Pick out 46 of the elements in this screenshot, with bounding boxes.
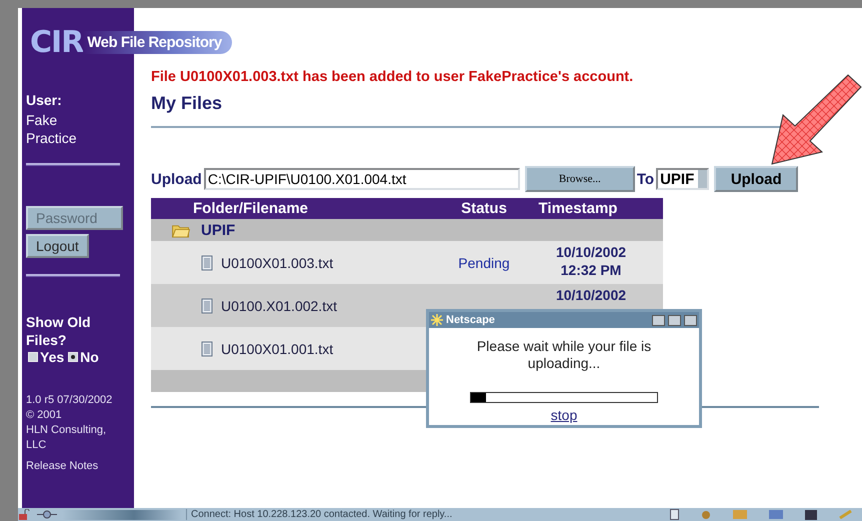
file-name[interactable]: U0100.X01.002.txt [221, 298, 337, 314]
stop-link[interactable]: stop [550, 407, 578, 423]
lock-icon [18, 509, 32, 520]
show-old-files-label: Show Old Files? [26, 313, 92, 349]
destination-label: To [636, 170, 654, 188]
network-icon [36, 509, 58, 520]
folder-name[interactable]: UPIF [201, 222, 236, 238]
radio-button[interactable] [68, 352, 78, 362]
star-icon [431, 314, 443, 326]
logo-mark: CIR [30, 25, 84, 60]
user-name: Fake Practice [26, 111, 78, 147]
version-text: 1.0 r5 07/30/2002 [26, 393, 114, 408]
file-name[interactable]: U0100X01.003.txt [221, 254, 334, 270]
column-header: Folder/Filename [193, 200, 308, 217]
file-name[interactable]: U0100X01.001.txt [221, 340, 334, 356]
file-icon [201, 298, 213, 314]
file-icon [201, 340, 213, 356]
copyright-text: © 2001 [26, 408, 63, 423]
status-text: Pending [458, 254, 510, 270]
document-icon[interactable] [670, 509, 679, 520]
timestamp: 10/10/2002 12:32 PM [554, 243, 628, 279]
user-label: User: [26, 92, 63, 108]
radio-button[interactable] [28, 352, 38, 362]
destination-select[interactable]: UPIF [656, 168, 710, 190]
file-path-field[interactable]: C:\CIR-UPIF\U0100.X01.004.txt [204, 168, 520, 190]
browse-button[interactable]: Browse... [524, 166, 635, 192]
timestamp: 10/10/2002 [554, 286, 628, 304]
sidebar-button[interactable]: Logout [26, 234, 89, 258]
upload-label: Upload [151, 170, 202, 188]
page-heading: My Files [151, 93, 224, 114]
minimize-button[interactable] [652, 314, 665, 326]
logo-title: Web File Repository [83, 31, 232, 54]
radio-label: Yes [40, 349, 64, 365]
close-button[interactable] [684, 314, 697, 326]
dialog-message: Please wait while your file is uploading... [476, 338, 652, 372]
dialog-title: Netscape [446, 314, 496, 326]
success-message: File U0100X01.003.txt has been added to user FakePractice's account. [151, 69, 634, 85]
release-notes-link[interactable]: Release Notes [26, 459, 98, 474]
column-header: Status [461, 200, 507, 217]
status-text: Connect: Host 10.228.123.20 contacted. Waiting for reply... [186, 509, 452, 520]
column-header: Timestamp [538, 200, 618, 217]
maximize-button[interactable] [668, 314, 681, 326]
radio-label: No [80, 349, 99, 365]
file-icon [201, 254, 213, 270]
company-text: HLN Consulting, LLC [26, 423, 108, 453]
upload-button[interactable]: Upload [714, 166, 798, 192]
